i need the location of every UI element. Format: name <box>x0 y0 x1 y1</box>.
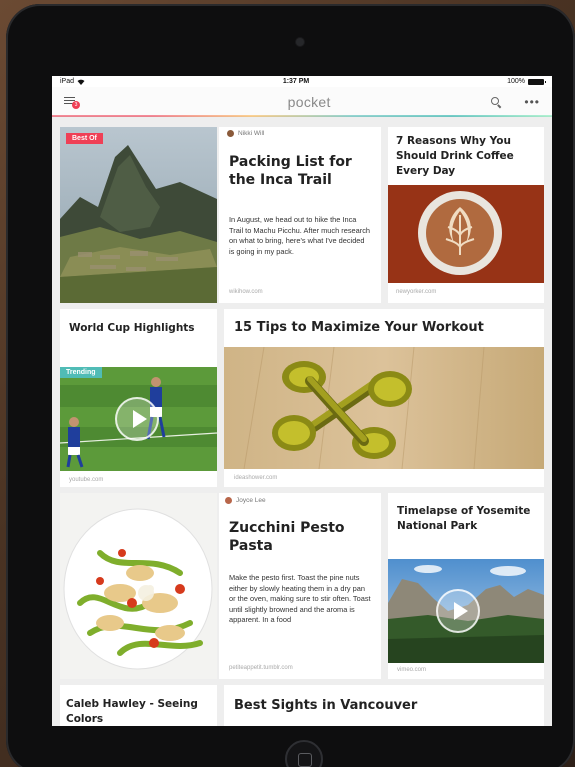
yosemite-title: Timelapse of Yosemite National Park <box>397 505 531 532</box>
vancouver-title: Best Sights in Vancouver <box>234 698 418 713</box>
article-grid: Best Of Nikki Will Packing List for the … <box>52 117 552 726</box>
video-play-button[interactable] <box>436 589 480 633</box>
best-of-badge: Best Of <box>66 133 103 144</box>
status-bar: iPad 1:37 PM 100% <box>52 76 552 87</box>
carrier-label: iPad <box>60 78 75 85</box>
status-time: 1:37 PM <box>282 78 310 85</box>
menu-icon <box>64 96 75 98</box>
video-play-button[interactable] <box>115 397 159 441</box>
zucchini-pesto-excerpt: Make the pesto first. Toast the pine nut… <box>229 573 371 624</box>
menu-button[interactable]: 3 <box>62 94 82 110</box>
wifi-icon <box>77 79 85 85</box>
front-camera <box>296 38 304 46</box>
coffee-source: newyorker.com <box>396 289 437 295</box>
more-options-icon[interactable]: ••• <box>524 96 540 108</box>
search-icon[interactable] <box>490 96 502 108</box>
author-avatar <box>225 497 232 504</box>
packing-list-card[interactable]: Nikki Will Packing List for the Inca Tra… <box>219 127 381 303</box>
machu-picchu-card[interactable]: Best Of <box>60 127 217 303</box>
coffee-latte-image <box>388 185 544 283</box>
world-cup-card[interactable]: World Cup Highlights Trending youtube.co… <box>60 309 217 487</box>
packing-list-title: Packing List for the Inca Trail <box>229 154 352 188</box>
coffee-card[interactable]: 7 Reasons Why You Should Drink Coffee Ev… <box>388 127 544 303</box>
coffee-title: 7 Reasons Why You Should Drink Coffee Ev… <box>396 135 514 177</box>
yosemite-card[interactable]: Timelapse of Yosemite National Park vime… <box>388 493 544 679</box>
screen: iPad 1:37 PM 100% 3 pocket ••• Best Of N… <box>52 76 552 726</box>
battery-icon <box>527 78 546 85</box>
world-cup-title: World Cup Highlights <box>69 322 195 334</box>
dumbbell-image <box>224 347 544 469</box>
caleb-hawley-card[interactable]: Caleb Hawley - Seeing Colors <box>60 685 217 726</box>
app-header: 3 pocket ••• <box>52 87 552 117</box>
author-nikki: Nikki Will <box>227 130 264 137</box>
zucchini-pesto-source: petiteappetit.tumblr.com <box>229 665 293 671</box>
author-name: Joyce Lee <box>236 497 266 504</box>
zucchini-pesto-title: Zucchini Pesto Pasta <box>229 520 345 554</box>
trending-badge: Trending <box>60 367 102 378</box>
pocket-logo: pocket <box>287 93 331 110</box>
salad-photo-card[interactable] <box>60 493 217 679</box>
battery-percent: 100% <box>507 78 525 85</box>
menu-badge: 3 <box>72 100 80 109</box>
author-name: Nikki Will <box>238 130 265 137</box>
yosemite-source: vimeo.com <box>397 667 427 673</box>
author-avatar <box>227 130 234 137</box>
author-joyce: Joyce Lee <box>225 497 266 504</box>
vancouver-card[interactable]: Best Sights in Vancouver <box>224 685 544 726</box>
workout-source: ideashower.com <box>234 475 278 481</box>
machu-picchu-image <box>60 127 217 303</box>
caleb-hawley-title: Caleb Hawley - Seeing Colors <box>66 698 198 725</box>
ipad-device: iPad 1:37 PM 100% 3 pocket ••• Best Of N… <box>6 4 575 767</box>
home-button[interactable] <box>285 740 323 767</box>
packing-list-excerpt: In August, we head out to hike the Inca … <box>229 215 371 256</box>
packing-list-source: wikihow.com <box>229 289 263 295</box>
workout-title: 15 Tips to Maximize Your Workout <box>234 320 484 335</box>
workout-card[interactable]: 15 Tips to Maximize Your Workout ideasho… <box>224 309 544 487</box>
zucchini-pasta-image <box>60 493 217 679</box>
zucchini-pesto-card[interactable]: Joyce Lee Zucchini Pesto Pasta Make the … <box>219 493 381 679</box>
world-cup-source: youtube.com <box>69 477 104 483</box>
